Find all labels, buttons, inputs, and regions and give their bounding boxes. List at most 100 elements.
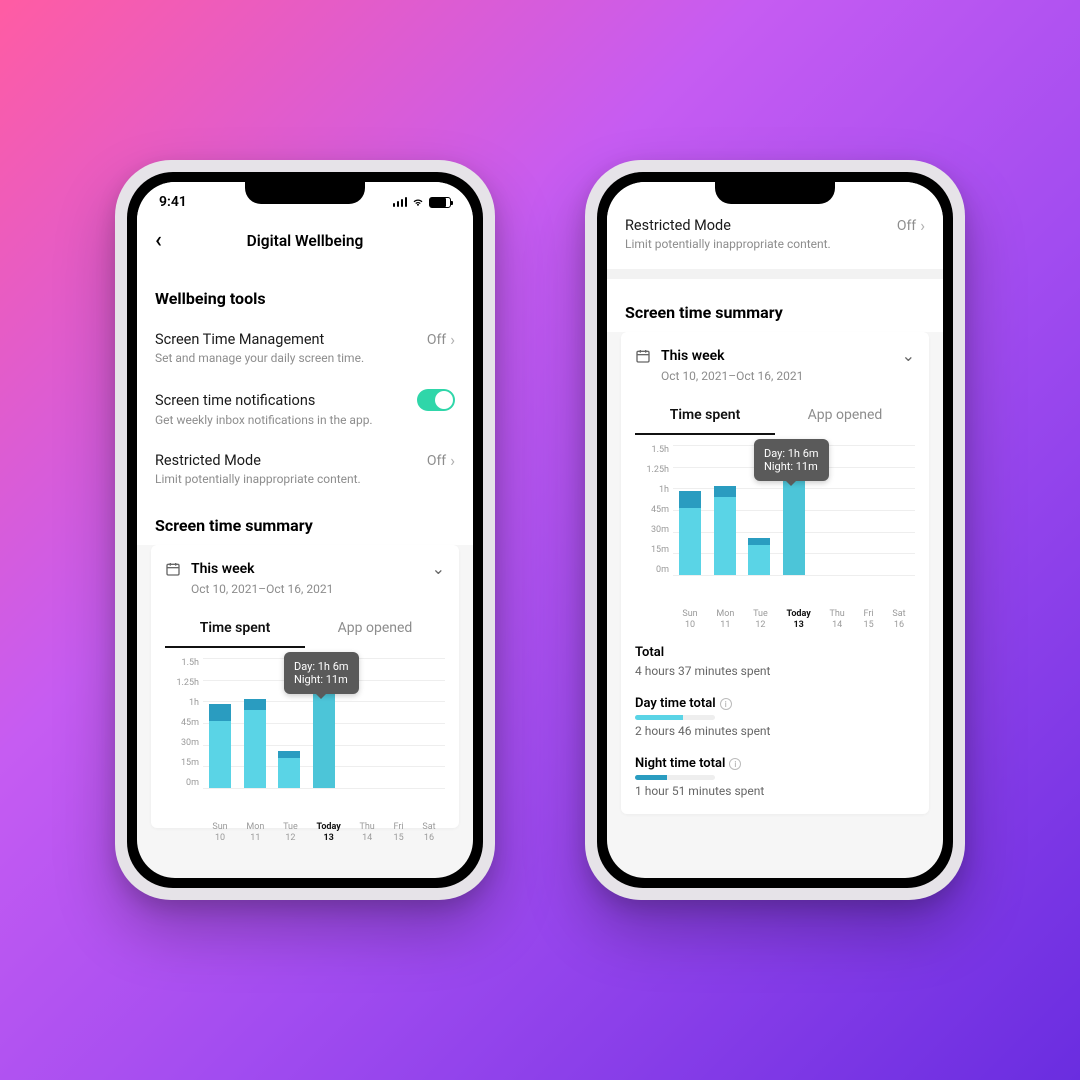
phone-mockup-left: 9:41 ‹ Digital Wellbeing Wellbeing tools… xyxy=(115,160,495,900)
chart-area: Day: 1h 6mNight: 11m xyxy=(673,445,915,575)
x-axis: Sun10Mon11Tue12Today13Thu14Fri15Sat16 xyxy=(203,822,445,844)
week-label: This week xyxy=(191,561,422,577)
week-selector[interactable]: This week ⌄ xyxy=(165,559,445,578)
chevron-right-icon: › xyxy=(450,451,455,470)
page-title: Digital Wellbeing xyxy=(137,232,473,250)
phone-frame: Restricted Mode Off › Limit potentially … xyxy=(597,172,953,888)
divider xyxy=(607,269,943,279)
total-label: Total xyxy=(635,645,915,660)
x-axis-label: Fri15 xyxy=(864,609,874,631)
week-range: Oct 10, 2021–Oct 16, 2021 xyxy=(191,582,445,596)
phone-frame: 9:41 ‹ Digital Wellbeing Wellbeing tools… xyxy=(127,172,483,888)
week-range: Oct 10, 2021–Oct 16, 2021 xyxy=(661,369,915,383)
row-value: Off › xyxy=(897,216,925,235)
tab-time-spent[interactable]: Time spent xyxy=(165,610,305,648)
x-axis: Sun10Mon11Tue12Today13Thu14Fri15Sat16 xyxy=(673,609,915,631)
night-meter xyxy=(635,775,715,780)
restricted-mode-row[interactable]: Restricted Mode Off › xyxy=(155,439,455,472)
row-label: Restricted Mode xyxy=(625,217,731,234)
row-label: Screen Time Management xyxy=(155,331,324,348)
screen: Restricted Mode Off › Limit potentially … xyxy=(607,182,943,878)
x-axis-label: Today13 xyxy=(787,609,811,631)
bar-column[interactable] xyxy=(714,445,736,575)
nav-bar: ‹ Digital Wellbeing xyxy=(137,214,473,271)
bar-column[interactable] xyxy=(417,658,439,788)
chart-tooltip: Day: 1h 6mNight: 11m xyxy=(284,652,359,694)
x-axis-label: Sun10 xyxy=(212,822,227,844)
tab-time-spent[interactable]: Time spent xyxy=(635,397,775,435)
day-total-block: Day time totali 2 hours 46 minutes spent xyxy=(635,684,915,744)
notifications-toggle[interactable] xyxy=(417,389,455,411)
notch xyxy=(715,182,835,204)
x-axis-label: Mon11 xyxy=(716,609,734,631)
summary-heading: Screen time summary xyxy=(625,285,925,332)
week-selector[interactable]: This week ⌄ xyxy=(635,346,915,365)
day-total-label: Day time totali xyxy=(635,696,915,711)
status-time: 9:41 xyxy=(159,194,187,210)
bar-column[interactable] xyxy=(382,658,404,788)
x-axis-label: Today13 xyxy=(317,822,341,844)
x-axis-label: Mon11 xyxy=(246,822,264,844)
total-value: 4 hours 37 minutes spent xyxy=(635,664,915,678)
x-axis-label: Sun10 xyxy=(682,609,697,631)
summary-card: This week ⌄ Oct 10, 2021–Oct 16, 2021 Ti… xyxy=(151,545,459,828)
row-value: Off › xyxy=(427,330,455,349)
row-label: Screen time notifications xyxy=(155,392,315,409)
summary-heading: Screen time summary xyxy=(155,498,455,545)
screen-time-chart: 1.5h1.25h1h45m30m15m0m Day: 1h 6mNight: … xyxy=(635,445,915,605)
total-block: Total 4 hours 37 minutes spent xyxy=(635,633,915,684)
screen-time-management-row[interactable]: Screen Time Management Off › xyxy=(155,318,455,351)
bar-column[interactable] xyxy=(852,445,874,575)
calendar-icon xyxy=(635,348,651,364)
cellular-icon xyxy=(393,197,408,207)
row-subtitle: Limit potentially inappropriate content. xyxy=(155,472,455,498)
y-axis: 1.5h1.25h1h45m30m15m0m xyxy=(635,445,673,575)
row-value: Off › xyxy=(427,451,455,470)
screen-time-chart: 1.5h1.25h1h45m30m15m0m Day: 1h 6mNight: … xyxy=(165,658,445,818)
week-label: This week xyxy=(661,348,892,364)
bar-column[interactable] xyxy=(679,445,701,575)
day-total-value: 2 hours 46 minutes spent xyxy=(635,724,915,738)
chart-tabs: Time spent App opened xyxy=(635,397,915,435)
night-total-block: Night time totali 1 hour 51 minutes spen… xyxy=(635,744,915,804)
row-subtitle: Get weekly inbox notifications in the ap… xyxy=(155,413,455,439)
tools-heading: Wellbeing tools xyxy=(155,271,455,318)
row-subtitle: Limit potentially inappropriate content. xyxy=(625,237,925,255)
screen-time-notifications-row[interactable]: Screen time notifications xyxy=(155,377,455,413)
row-label: Restricted Mode xyxy=(155,452,261,469)
chevron-down-icon: ⌄ xyxy=(902,346,915,365)
battery-icon xyxy=(429,197,451,208)
chevron-down-icon: ⌄ xyxy=(432,559,445,578)
notch xyxy=(245,182,365,204)
x-axis-label: Fri15 xyxy=(394,822,404,844)
row-subtitle: Set and manage your daily screen time. xyxy=(155,351,455,377)
calendar-icon xyxy=(165,561,181,577)
screen: 9:41 ‹ Digital Wellbeing Wellbeing tools… xyxy=(137,182,473,878)
chevron-right-icon: › xyxy=(920,216,925,235)
chart-tabs: Time spent App opened xyxy=(165,610,445,648)
bar-column[interactable] xyxy=(887,445,909,575)
summary-heading-wrap: Screen time summary xyxy=(607,279,943,332)
x-axis-label: Thu14 xyxy=(359,822,374,844)
tab-app-opened[interactable]: App opened xyxy=(305,610,445,648)
bar-column[interactable] xyxy=(244,658,266,788)
chart-area: Day: 1h 6mNight: 11m xyxy=(203,658,445,788)
x-axis-label: Tue12 xyxy=(753,609,768,631)
summary-card: This week ⌄ Oct 10, 2021–Oct 16, 2021 Ti… xyxy=(621,332,929,814)
wellbeing-tools-section: Wellbeing tools Screen Time Management O… xyxy=(137,271,473,545)
chart-tooltip: Day: 1h 6mNight: 11m xyxy=(754,439,829,481)
day-meter xyxy=(635,715,715,720)
chevron-right-icon: › xyxy=(450,330,455,349)
info-icon[interactable]: i xyxy=(729,758,741,770)
phone-mockup-right: Restricted Mode Off › Limit potentially … xyxy=(585,160,965,900)
x-axis-label: Thu14 xyxy=(829,609,844,631)
wifi-icon xyxy=(411,195,425,209)
x-axis-label: Sat16 xyxy=(422,822,435,844)
status-icons xyxy=(393,195,452,209)
restricted-mode-row[interactable]: Restricted Mode Off › xyxy=(625,212,925,237)
info-icon[interactable]: i xyxy=(720,698,732,710)
bar-column[interactable] xyxy=(209,658,231,788)
tab-app-opened[interactable]: App opened xyxy=(775,397,915,435)
y-axis: 1.5h1.25h1h45m30m15m0m xyxy=(165,658,203,788)
night-total-label: Night time totali xyxy=(635,756,915,771)
